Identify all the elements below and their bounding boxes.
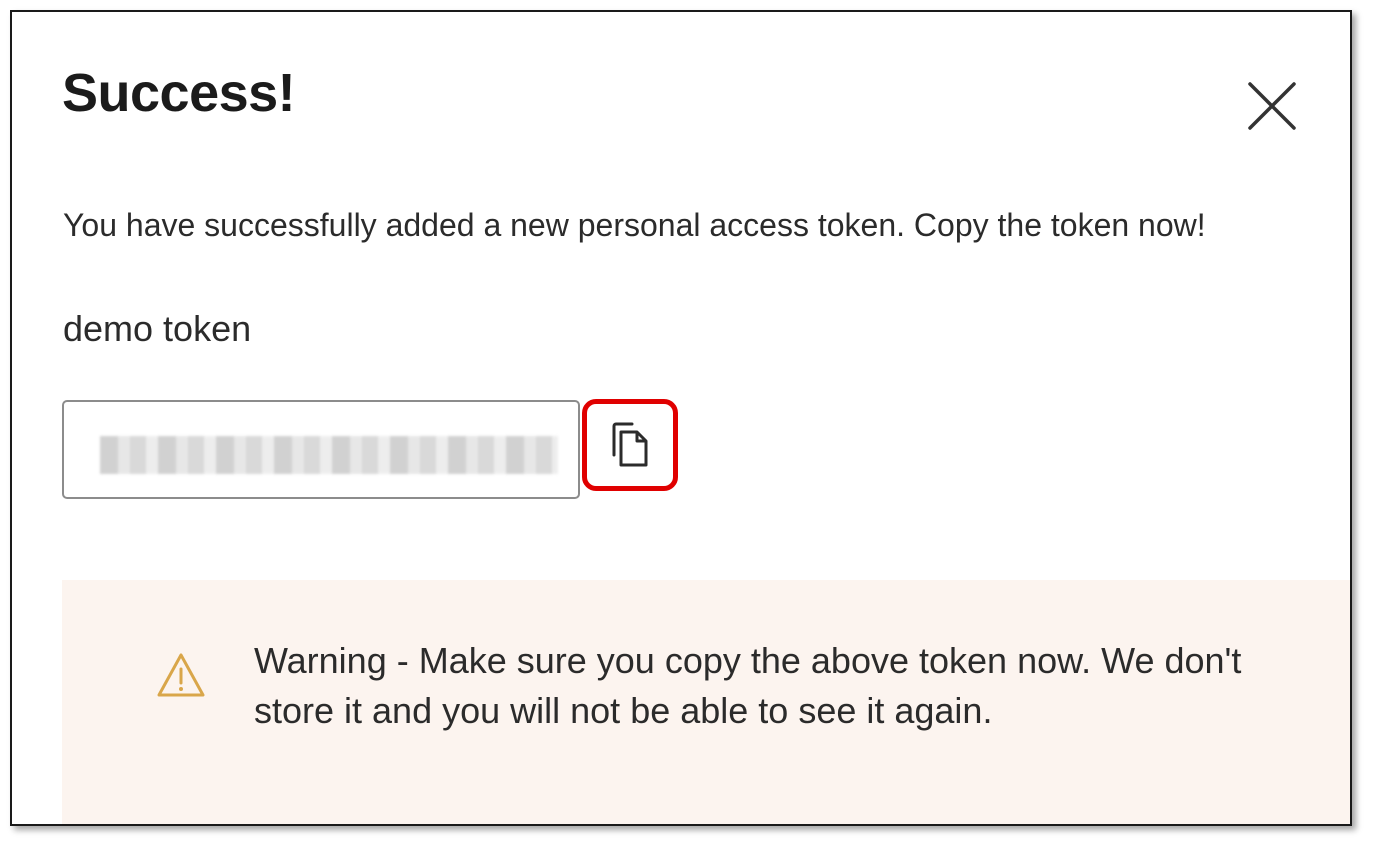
token-name: demo token	[63, 308, 252, 349]
warning-banner: Warning - Make sure you copy the above t…	[62, 580, 1350, 824]
copy-icon	[612, 422, 648, 467]
close-icon	[1248, 82, 1296, 130]
token-field[interactable]	[62, 400, 580, 499]
copy-token-button[interactable]	[582, 399, 678, 491]
success-message: You have successfully added a new person…	[63, 207, 1206, 243]
close-button[interactable]	[1240, 74, 1304, 138]
success-dialog: Success! You have successfully added a n…	[10, 10, 1352, 826]
warning-text: Warning - Make sure you copy the above t…	[254, 640, 1242, 731]
warning-triangle-icon	[157, 653, 205, 697]
dialog-title: Success!	[62, 63, 296, 123]
